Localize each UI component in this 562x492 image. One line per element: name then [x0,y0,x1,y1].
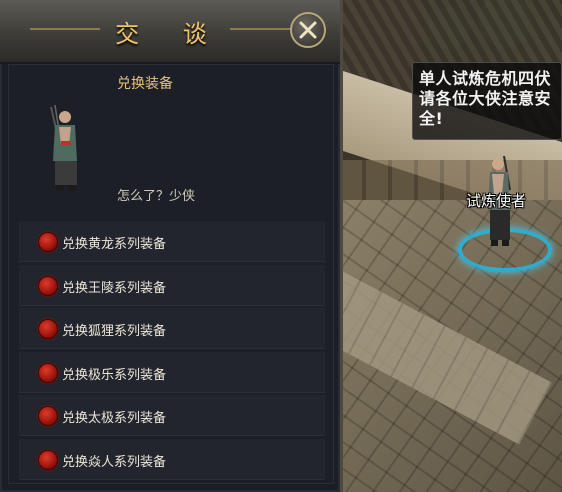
option-wangling[interactable]: 兑换王陵系列装备 [19,264,325,306]
red-orb-icon [38,275,58,296]
red-orb-icon [38,406,58,426]
dialog-content: 兑换装备 怎么了？少侠 兑换黄龙系列装备 兑换王陵系列装备 兑换狐狸系列装备 兑… [8,64,334,484]
option-taiji[interactable]: 兑换太极系列装备 [19,395,325,436]
dialog-title: 交 谈 [115,20,225,48]
option-yanren[interactable]: 兑换焱人系列装备 [19,438,325,480]
dialog-title-bar: 交 谈 [0,0,340,64]
npc-name-label: 试炼使者 [466,192,527,210]
close-button[interactable] [290,12,326,48]
announcement-bubble: 单人试炼危机四伏 请各位大侠注意安 全! [412,62,562,140]
option-huanglong[interactable]: 兑换黄龙系列装备 [19,221,325,262]
red-orb-icon [38,449,58,470]
option-label: 兑换王陵系列装备 [62,280,167,296]
red-orb-icon [38,232,58,252]
option-huli[interactable]: 兑换狐狸系列装备 [19,308,325,349]
npc-greeting: 怎么了？少侠 [117,189,196,204]
red-orb-icon [38,362,58,383]
npc-title: 兑换装备 [117,76,173,92]
option-label: 兑换太极系列装备 [62,411,167,426]
option-label: 兑换狐狸系列装备 [62,324,167,339]
option-label: 兑换极乐系列装备 [62,367,167,383]
option-label: 兑换焱人系列装备 [62,454,167,470]
npc-portrait [50,104,77,191]
option-list: 兑换黄龙系列装备 兑换王陵系列装备 兑换狐狸系列装备 兑换极乐系列装备 兑换太极… [19,221,325,482]
option-label: 兑换黄龙系列装备 [62,237,167,252]
dialog-panel: 交 谈 兑换装备 怎么了？少侠 兑换黄龙系列装备 兑换王陵系列装备 兑换狐狸系列… [0,0,343,492]
option-jile[interactable]: 兑换极乐系列装备 [19,351,325,393]
close-x-icon [299,21,317,39]
red-orb-icon [38,319,58,339]
